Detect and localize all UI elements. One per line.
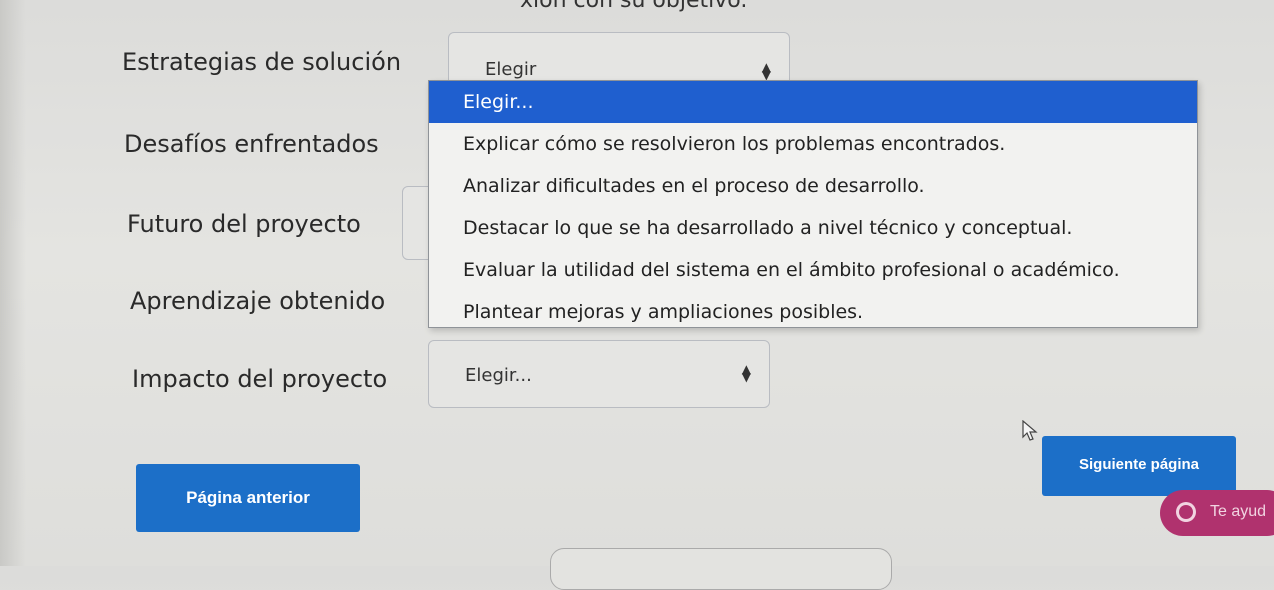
select-impacto-value: Elegir...	[465, 365, 532, 386]
dropdown-option[interactable]: Evaluar la utilidad del sistema en el ám…	[429, 249, 1197, 291]
dropdown-option[interactable]: Elegir...	[429, 81, 1197, 123]
dropdown-list[interactable]: Elegir... Explicar cómo se resolvieron l…	[428, 80, 1198, 328]
label-estrategias: Estrategias de solución	[122, 48, 402, 76]
select-estrategias-value: Elegir	[485, 59, 537, 80]
label-impacto: Impacto del proyecto	[132, 365, 388, 393]
select-impacto[interactable]: Elegir... ▲ ▼	[428, 340, 770, 408]
instruction-text-fragment: xión con su objetivo.	[520, 0, 748, 13]
left-edge-shadow	[0, 0, 26, 566]
dropdown-option[interactable]: Destacar lo que se ha desarrollado a niv…	[429, 207, 1197, 249]
select-arrows-icon: ▲ ▼	[741, 362, 751, 384]
label-desafios: Desafíos enfrentados	[124, 130, 379, 158]
help-button-label: Te ayud	[1210, 503, 1267, 520]
previous-page-button[interactable]: Página anterior	[136, 464, 360, 532]
chat-bubble-icon	[1176, 502, 1196, 522]
next-page-button[interactable]: Siguiente página	[1042, 436, 1236, 496]
label-aprendizaje: Aprendizaje obtenido	[130, 287, 386, 315]
dropdown-option[interactable]: Analizar dificultades en el proceso de d…	[429, 165, 1197, 207]
dropdown-option[interactable]: Explicar cómo se resolvieron los problem…	[429, 123, 1197, 165]
select-arrows-icon: ▲ ▼	[761, 60, 771, 82]
mouse-pointer-icon	[1022, 419, 1038, 446]
help-button[interactable]: Te ayud	[1160, 490, 1274, 536]
dropdown-option[interactable]: Plantear mejoras y ampliaciones posibles…	[429, 291, 1197, 333]
bottom-panel-edge	[550, 548, 892, 590]
label-futuro: Futuro del proyecto	[127, 210, 361, 238]
